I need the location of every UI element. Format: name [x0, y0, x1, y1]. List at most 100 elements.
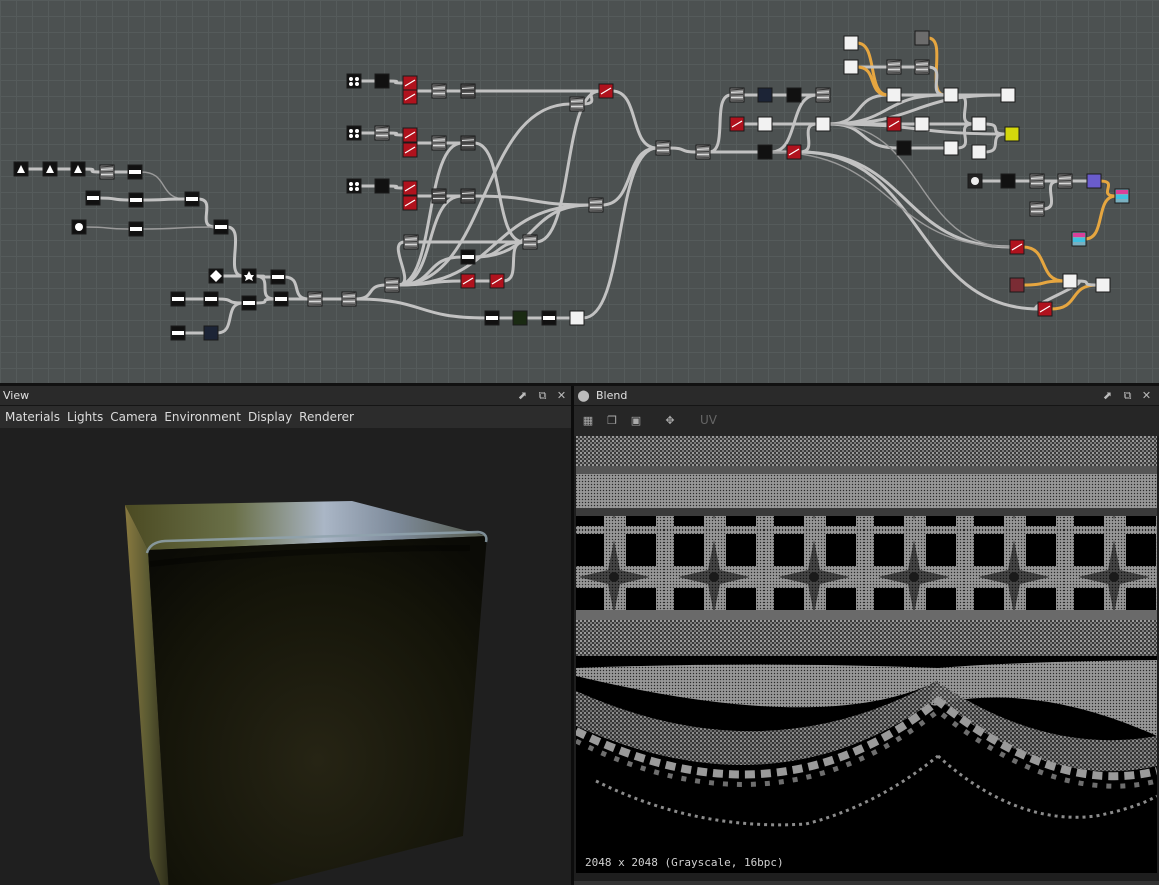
graph-node-noise[interactable] — [569, 96, 585, 112]
graph-node-star[interactable] — [241, 268, 257, 284]
graph-node-red[interactable] — [460, 273, 476, 289]
graph-node-noise[interactable] — [914, 59, 930, 75]
graph-node-white[interactable] — [971, 116, 987, 132]
graph-node-red[interactable] — [402, 75, 418, 91]
close-icon[interactable]: ✕ — [554, 388, 569, 403]
graph-node-black[interactable] — [786, 87, 802, 103]
graph-node-bar[interactable] — [213, 219, 229, 235]
graph-link[interactable] — [353, 283, 388, 301]
graph-node-glow[interactable] — [967, 173, 983, 189]
pin-icon[interactable]: ⬈ — [515, 388, 530, 403]
graph-link[interactable] — [215, 301, 245, 335]
graph-node-blue[interactable] — [757, 87, 773, 103]
graph-node-red[interactable] — [1009, 239, 1025, 255]
uv-dropdown[interactable]: UV — [700, 413, 717, 427]
graph-node-stripe[interactable] — [431, 188, 447, 204]
graph-node-noise[interactable] — [655, 140, 671, 156]
graph-node-noise[interactable] — [341, 291, 357, 307]
camera-icon[interactable]: ▣ — [628, 413, 644, 429]
graph-node-white[interactable] — [843, 35, 859, 51]
graph-node-white[interactable] — [886, 87, 902, 103]
graph-node-noise[interactable] — [1029, 173, 1045, 189]
menu-camera[interactable]: Camera — [110, 410, 157, 424]
graph-node-stripe[interactable] — [460, 188, 476, 204]
graph-node-stripe[interactable] — [460, 135, 476, 151]
graph-node-white[interactable] — [943, 87, 959, 103]
graph-node-white[interactable] — [914, 116, 930, 132]
graph-node-noise[interactable] — [729, 87, 745, 103]
graph-node-bar[interactable] — [127, 164, 143, 180]
graph-link[interactable] — [600, 146, 659, 207]
graph-node-stripe[interactable] — [460, 83, 476, 99]
graph-node-noise[interactable] — [522, 234, 538, 250]
graph-node-bar[interactable] — [460, 249, 476, 265]
graph-node-noise[interactable] — [1029, 201, 1045, 217]
graph-node-white[interactable] — [1095, 277, 1111, 293]
graph-link[interactable] — [1021, 279, 1066, 287]
graph-node-dot[interactable] — [71, 219, 87, 235]
menu-materials[interactable]: Materials — [5, 410, 60, 424]
node-graph-svg[interactable] — [0, 0, 1159, 383]
graph-link[interactable] — [770, 151, 1012, 248]
graph-node-black[interactable] — [374, 178, 390, 194]
graph-node-noise[interactable] — [695, 144, 711, 160]
graph-node-dots[interactable] — [346, 125, 362, 141]
graph-node-bar[interactable] — [85, 190, 101, 206]
graph-node-white[interactable] — [971, 144, 987, 160]
graph-link[interactable] — [196, 197, 217, 229]
graph-link[interactable] — [396, 141, 464, 287]
graph-link[interactable] — [955, 122, 975, 150]
graph-node-maroon[interactable] — [1009, 277, 1025, 293]
graph-node-black[interactable] — [1000, 173, 1016, 189]
graph-link[interactable] — [983, 132, 1008, 154]
graph-link[interactable] — [1021, 245, 1066, 283]
graph-node-black[interactable] — [896, 140, 912, 156]
graph-link[interactable] — [581, 146, 659, 320]
graph-node-red[interactable] — [598, 83, 614, 99]
graph-node-noise[interactable] — [384, 277, 400, 293]
graph-node-red[interactable] — [729, 116, 745, 132]
menu-renderer[interactable]: Renderer — [299, 410, 354, 424]
graph-node-bar[interactable] — [128, 221, 144, 237]
graph-node-noise[interactable] — [588, 197, 604, 213]
graph-link[interactable] — [1083, 194, 1118, 241]
graph-node-diamond[interactable] — [208, 268, 224, 284]
graph-link[interactable] — [386, 79, 406, 85]
save-icon[interactable]: ❐ — [604, 413, 620, 429]
graph-node-gray[interactable] — [914, 30, 930, 46]
graph-node-bar[interactable] — [270, 269, 286, 285]
graph-node-bar[interactable] — [170, 291, 186, 307]
horizontal-scrollbar[interactable] — [574, 881, 1159, 885]
graph-node-black[interactable] — [757, 144, 773, 160]
graph-node-dots[interactable] — [346, 73, 362, 89]
graph-link[interactable] — [97, 196, 132, 202]
float-window-icon[interactable]: ⧉ — [1120, 388, 1135, 403]
graph-link[interactable] — [84, 226, 131, 230]
close-icon[interactable]: ✕ — [1139, 388, 1154, 403]
graph-node-noise[interactable] — [403, 234, 419, 250]
graph-link[interactable] — [141, 226, 216, 230]
pin-icon[interactable]: ⬈ — [1100, 388, 1115, 403]
graph-node-white[interactable] — [1062, 273, 1078, 289]
graph-link[interactable] — [140, 197, 188, 202]
graph-node-yellow[interactable] — [1004, 126, 1020, 142]
graph-node-dots[interactable] — [346, 178, 362, 194]
graph-link[interactable] — [828, 123, 1012, 248]
graph-node-bar[interactable] — [170, 325, 186, 341]
graph-node-red[interactable] — [402, 142, 418, 158]
graph-link[interactable] — [926, 65, 947, 97]
3d-viewport[interactable] — [0, 428, 571, 885]
graph-node-white[interactable] — [815, 116, 831, 132]
graph-node-tri[interactable] — [42, 161, 58, 177]
menu-display[interactable]: Display — [248, 410, 292, 424]
graph-node-red[interactable] — [786, 144, 802, 160]
graph-node-red[interactable] — [886, 116, 902, 132]
float-window-icon[interactable]: ⧉ — [535, 388, 550, 403]
graph-link[interactable] — [1049, 283, 1099, 311]
graph-link[interactable] — [82, 167, 103, 174]
graph-link[interactable] — [707, 93, 733, 154]
graph-node-noise[interactable] — [431, 135, 447, 151]
graph-node-red[interactable] — [1037, 301, 1053, 317]
menu-environment[interactable]: Environment — [164, 410, 241, 424]
graph-node-noise[interactable] — [431, 83, 447, 99]
